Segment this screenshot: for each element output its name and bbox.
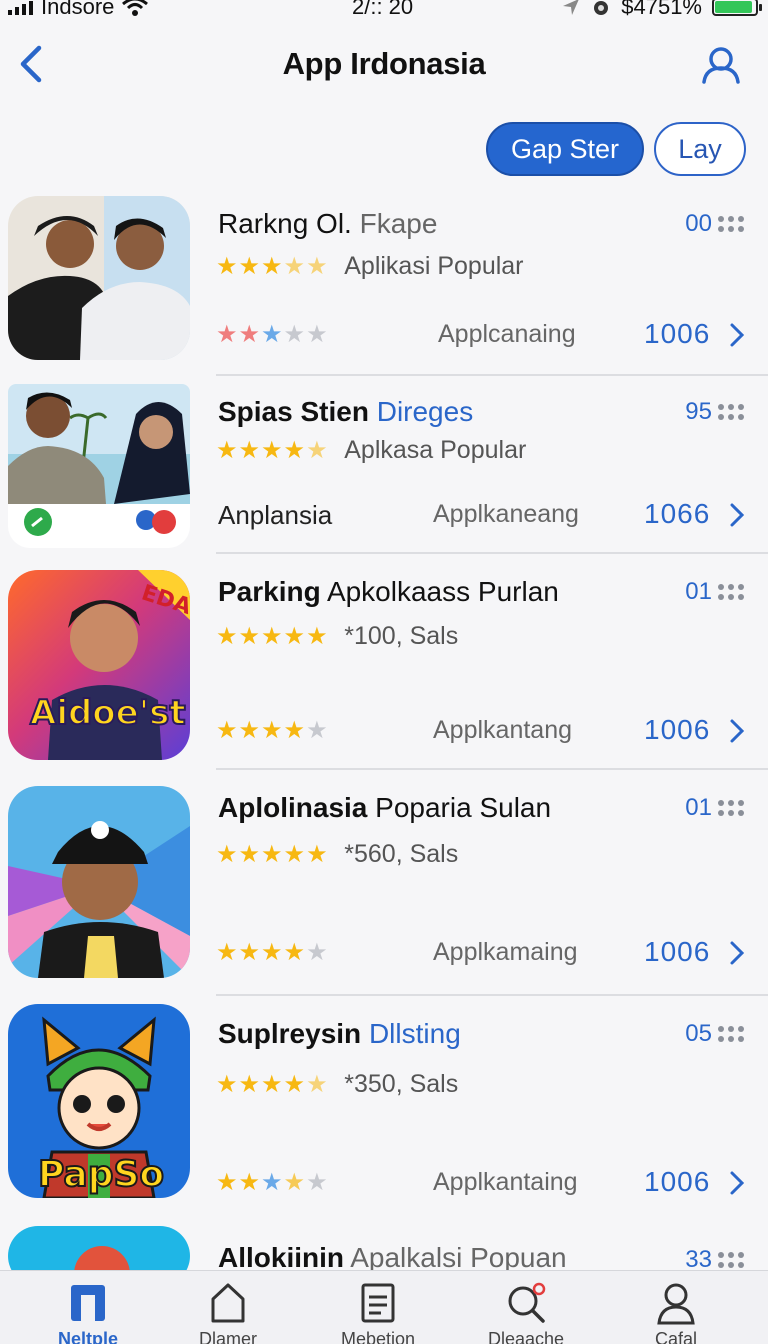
person-icon [657, 1283, 695, 1325]
battery-percent: $4751% [621, 0, 702, 19]
app-thumbnail [8, 196, 190, 360]
app-category: Applkantaing [433, 1168, 578, 1196]
chevron-right-icon[interactable] [728, 718, 746, 744]
tab-neltple[interactable]: Neltple [28, 1281, 148, 1344]
app-count: 1006 [644, 318, 711, 349]
segment-gap-ster[interactable]: Gap Ster [486, 122, 644, 176]
app-thumbnail: PapSo [8, 1004, 190, 1198]
wifi-icon [122, 0, 149, 16]
more-icon[interactable] [718, 404, 744, 420]
book-icon [71, 1285, 105, 1321]
rank-badge: 01 [685, 578, 744, 606]
tab-dlamer[interactable]: Dlamer [168, 1281, 288, 1344]
rating-note: Aplikasi Popular [344, 252, 524, 280]
tab-bar: Neltple Dlamer Mebetion Dleaache Cafal [0, 1270, 768, 1344]
app-category: Applkaneang [433, 500, 579, 528]
secondary-rating: ★★★★★ [216, 321, 329, 348]
segment-lay[interactable]: Lay [654, 122, 746, 176]
alarm-icon [594, 1, 609, 15]
carrier-name: Indsore [41, 0, 115, 19]
rank-badge: 01 [685, 794, 744, 822]
star-rating: ★★★★★ *350, Sals [216, 1070, 459, 1098]
app-thumbnail [8, 786, 190, 978]
chevron-right-icon[interactable] [728, 322, 746, 348]
secondary-rating: ★★★★★ [216, 1169, 329, 1196]
chevron-right-icon[interactable] [728, 502, 746, 528]
rank-badge: 05 [685, 1020, 744, 1048]
app-title: Suplreysin Dllsting [218, 1018, 461, 1049]
app-category: Applkamaing [433, 938, 578, 966]
secondary-rating: ★★★★★ [216, 717, 329, 744]
app-count: 1006 [644, 714, 711, 745]
star-rating: ★★★★★ Aplkasa Popular [216, 436, 527, 464]
chevron-right-icon[interactable] [728, 940, 746, 966]
app-count: 1006 [644, 1166, 711, 1197]
app-thumbnail: Aidoe'st EDA [8, 570, 190, 760]
rank-badge: 00 [685, 210, 744, 238]
location-arrow-icon [563, 0, 579, 15]
rating-note: *100, Sals [344, 622, 459, 650]
status-bar: Indsore 2/:: 20 $4751% [0, 0, 768, 22]
tab-dleaache[interactable]: Dleaache [466, 1281, 586, 1344]
more-icon[interactable] [718, 584, 744, 600]
icon-text: Aidoe'st [30, 693, 186, 733]
divider [216, 552, 768, 554]
divider [216, 994, 768, 996]
star-rating: ★★★★★ *100, Sals [216, 622, 459, 650]
app-title: Rarkng Ol. Fkape [218, 208, 438, 239]
star-rating: ★★★★★ *560, Sals [216, 840, 459, 868]
divider [216, 374, 768, 376]
secondary-rating: ★★★★★ [216, 939, 329, 966]
signal-icon [8, 0, 33, 15]
app-count: 1006 [644, 936, 711, 967]
rating-note: *350, Sals [344, 1070, 459, 1098]
more-icon[interactable] [718, 1026, 744, 1042]
status-time: 2/:: 20 [352, 0, 414, 19]
app-screen: Indsore 2/:: 20 $4751% App Irdonasia Gap… [0, 0, 768, 1344]
rating-note: *560, Sals [344, 840, 459, 868]
user-icon[interactable] [700, 44, 742, 86]
tab-mebetion[interactable]: Mebetion [318, 1281, 438, 1344]
app-category: Applkantang [433, 716, 573, 744]
more-icon[interactable] [718, 1252, 744, 1268]
icon-text: PapSo [38, 1154, 164, 1195]
rank-badge: 95 [685, 398, 744, 426]
app-title: Parking Apkolkaass Purlan [218, 576, 559, 607]
app-category: Applcanaing [438, 320, 576, 348]
app-count: 1066 [644, 498, 711, 529]
app-title: Spias Stien Direges [218, 396, 474, 427]
battery-icon [712, 0, 762, 16]
divider [216, 768, 768, 770]
home-icon [211, 1283, 245, 1323]
rating-note: Aplkasa Popular [344, 436, 527, 464]
more-icon[interactable] [718, 800, 744, 816]
tab-cafal[interactable]: Cafal [616, 1281, 736, 1344]
chevron-right-icon[interactable] [728, 1170, 746, 1196]
page-title: App Irdonasia [282, 46, 486, 81]
list-icon [361, 1283, 395, 1323]
star-rating: ★★★★★ Aplikasi Popular [216, 252, 524, 280]
more-icon[interactable] [718, 216, 744, 232]
app-subtitle: Anplansia [218, 500, 333, 530]
app-title: Aplolinasia Poparia Sulan [218, 792, 552, 823]
app-thumbnail [8, 384, 190, 548]
search-icon [508, 1282, 546, 1323]
